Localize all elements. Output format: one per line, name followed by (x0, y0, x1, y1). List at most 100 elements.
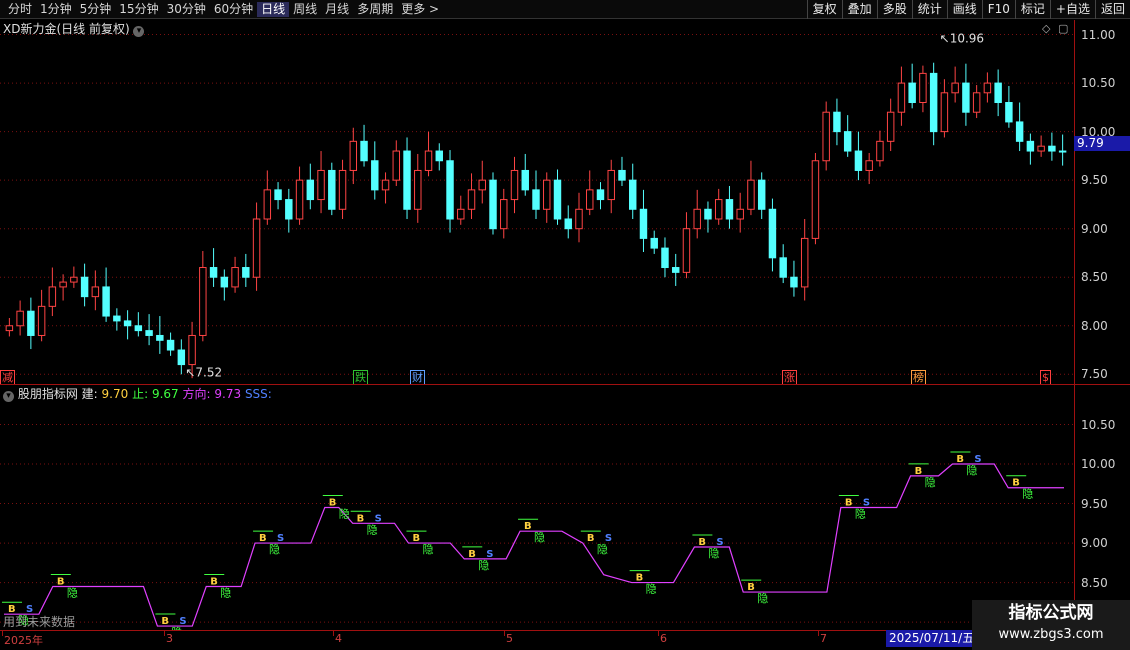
event-marker[interactable]: 跌 (353, 370, 368, 384)
period-tab-1[interactable]: 1分钟 (36, 2, 76, 17)
period-tab-4[interactable]: 30分钟 (163, 2, 210, 17)
period-tab-2[interactable]: 5分钟 (76, 2, 116, 17)
buy-signal: B (57, 577, 65, 588)
candle (392, 140, 401, 186)
candle (231, 256, 239, 293)
tool-button-0[interactable]: 复权 (806, 0, 842, 19)
tool-button-5[interactable]: F10 (981, 0, 1015, 19)
candle (510, 156, 519, 214)
candle (1005, 86, 1013, 128)
main-chart-pane[interactable]: ↖10.96 ↖7.52 XD新力金(日线 前复权) ▾ ◇ ▢ 减 跌 财 涨 榜 $ (0, 20, 1074, 384)
date-tick: 5 (506, 632, 513, 645)
candle (908, 63, 916, 109)
tool-button-6[interactable]: 标记 (1014, 0, 1050, 19)
tool-button-7[interactable]: +自选 (1049, 0, 1095, 19)
candle (639, 189, 648, 252)
candle (1058, 134, 1067, 166)
indicator-menu-icon[interactable]: ▾ (3, 391, 14, 402)
candle (800, 218, 809, 301)
period-tab-10[interactable]: 更多 > (397, 2, 443, 17)
period-tab-7[interactable]: 周线 (289, 2, 321, 17)
candle (553, 169, 562, 225)
fangxiang-label: 方向: (182, 387, 211, 401)
indicator-name: 股朋指标网 (17, 387, 78, 401)
candle (865, 152, 873, 185)
tool-button-4[interactable]: 画线 (946, 0, 982, 19)
event-marker[interactable]: 财 (410, 370, 425, 384)
candle (317, 151, 325, 214)
event-marker[interactable]: 涨 (782, 370, 797, 384)
hidden-signal: 隐 (67, 587, 78, 600)
diamond-icon[interactable]: ◇ (1042, 22, 1050, 35)
candle (897, 66, 906, 126)
period-tab-3[interactable]: 15分钟 (115, 2, 162, 17)
candle (629, 163, 637, 219)
date-tick-mark (333, 631, 334, 636)
buy-signal: B (915, 466, 923, 477)
candle (16, 300, 24, 336)
candle (252, 202, 261, 291)
date-tick-mark (818, 631, 819, 636)
zhi-value: 9.67 (151, 387, 179, 401)
candle (757, 172, 766, 219)
buy-signal: B (259, 533, 267, 544)
period-tab-9[interactable]: 多周期 (353, 2, 397, 17)
toolbar: 分时 1分钟 5分钟 15分钟 30分钟 60分钟 日线 周线 月线 多周期 更多 > 复权 叠加 多股… (0, 0, 1130, 19)
hidden-signal: 隐 (708, 547, 719, 560)
indicator-pane[interactable]: B隐SB隐B隐SB隐B隐SB隐B隐SB隐B隐SB隐B隐SB隐B隐SB隐B隐SB隐… (0, 385, 1074, 630)
event-marker[interactable]: $ (1040, 370, 1051, 384)
tool-button-1[interactable]: 叠加 (841, 0, 877, 19)
candle (242, 253, 250, 287)
period-tab-6[interactable]: 日线 (257, 2, 290, 17)
hidden-signal: 隐 (269, 543, 280, 556)
buy-signal: B (747, 582, 755, 593)
candle (70, 266, 78, 288)
event-marker[interactable]: 减 (0, 370, 15, 384)
candle (435, 143, 443, 171)
date-tick: 2025年 (4, 634, 43, 647)
direction-step-line (4, 463, 1064, 627)
period-tab-0[interactable]: 分时 (4, 2, 36, 17)
candle (618, 156, 626, 186)
candle (285, 188, 293, 233)
sell-signal: S (179, 616, 186, 627)
indicator-tick: 9.00 (1081, 536, 1108, 551)
title-dropdown-icon[interactable]: ▾ (133, 26, 145, 37)
buy-signal: B (329, 498, 337, 509)
tool-button-2[interactable]: 多股 (876, 0, 912, 19)
indicator-chart[interactable]: B隐SB隐B隐SB隐B隐SB隐B隐SB隐B隐SB隐B隐SB隐B隐SB隐B隐SB隐… (0, 385, 1074, 630)
stock-title: XD新力金(日线 前复权) ▾ (3, 22, 145, 37)
period-tabs: 分时 1分钟 5分钟 15分钟 30分钟 60分钟 日线 周线 月线 多周期 更多 > (4, 2, 443, 17)
hidden-signal: 隐 (855, 508, 866, 521)
candle (1037, 135, 1045, 157)
candle (962, 63, 970, 126)
period-tab-8[interactable]: 月线 (321, 2, 353, 17)
candle (843, 115, 852, 157)
candle (48, 267, 57, 317)
sell-signal: S (974, 454, 981, 465)
date-tick-mark (658, 631, 659, 636)
candle (80, 263, 89, 307)
price-tick: 7.50 (1081, 367, 1108, 382)
candle (994, 69, 1002, 117)
candle (768, 198, 777, 272)
period-tab-5[interactable]: 60分钟 (210, 2, 257, 17)
candle (661, 237, 669, 278)
price-tick: 9.50 (1081, 173, 1108, 188)
candle (951, 66, 959, 103)
tool-button-8[interactable]: 返回 (1094, 0, 1130, 19)
candle (424, 131, 433, 177)
candle (521, 153, 529, 196)
date-tick: 7 (820, 632, 827, 645)
price-axis: 11.00 10.50 10.00 9.50 9.00 8.50 8.00 7.50 (1074, 20, 1130, 384)
event-marker[interactable]: 榜 (911, 370, 926, 384)
hidden-signal: 隐 (534, 531, 545, 544)
candlestick-chart[interactable]: ↖10.96 ↖7.52 (0, 20, 1074, 384)
tool-button-3[interactable]: 统计 (911, 0, 947, 19)
candle (209, 248, 218, 287)
collapse-icon[interactable]: ▢ (1058, 22, 1068, 35)
candle (876, 130, 884, 167)
candle (725, 185, 734, 229)
candle (414, 153, 422, 223)
candle (37, 289, 46, 342)
